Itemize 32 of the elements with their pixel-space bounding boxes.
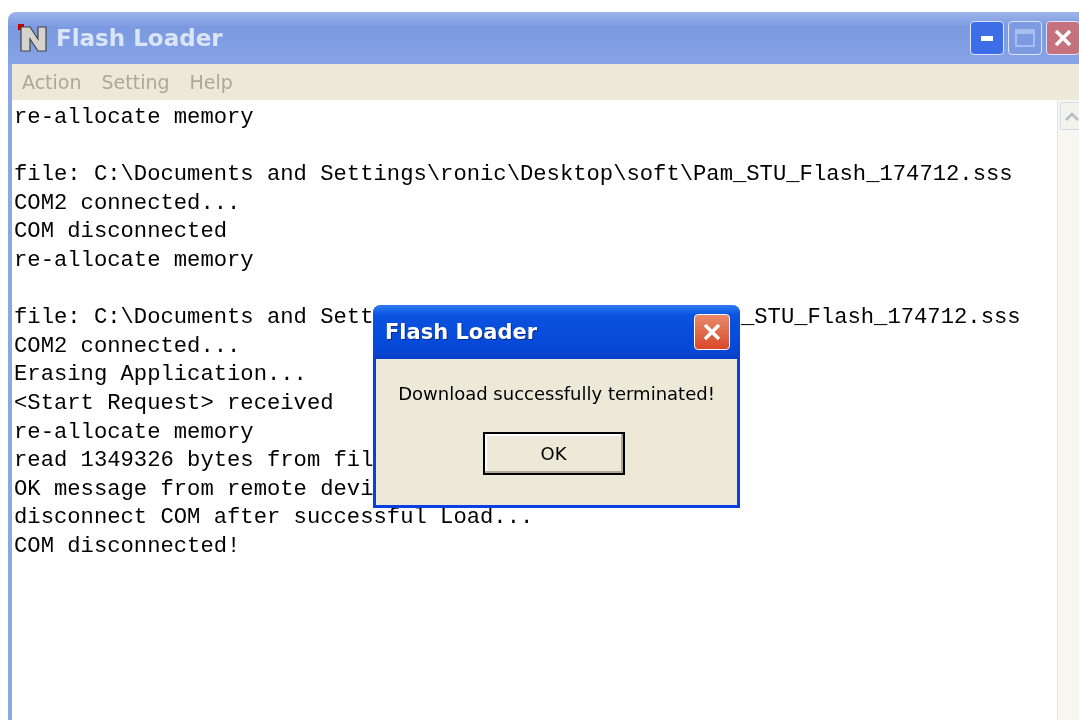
log-line: <Start Request> received — [14, 389, 334, 418]
dialog-title: Flash Loader — [385, 320, 538, 344]
log-line: re-allocate memory — [14, 104, 254, 132]
ok-button[interactable]: OK — [482, 432, 625, 475]
log-line: file: C:\Documents and Settings\ronic\Desktop\soft\Pam_STU_Flash_174712.sss — [14, 161, 1013, 190]
maximize-button[interactable] — [1008, 21, 1042, 55]
window-title: Flash Loader — [56, 25, 223, 51]
maximize-icon — [1015, 29, 1035, 47]
close-button[interactable] — [1046, 21, 1079, 55]
close-icon — [1053, 28, 1073, 48]
menu-item[interactable]: Setting — [101, 71, 170, 93]
log-line: file: C:\Documents and Sett — [14, 304, 374, 333]
minimize-button[interactable] — [970, 21, 1004, 55]
app-icon — [18, 23, 48, 53]
scrollbar[interactable] — [1057, 100, 1079, 720]
log-line: re-allocate memory — [14, 246, 254, 275]
log-line: COM2 connected... — [14, 189, 241, 218]
menu-item[interactable]: Action — [22, 71, 82, 93]
log-line: disconnect COM after successful Load... — [14, 504, 534, 533]
menu-item[interactable]: Help — [189, 71, 233, 93]
close-icon — [702, 322, 722, 342]
dialog-close-button[interactable] — [694, 314, 730, 350]
log-line: COM disconnected — [14, 218, 228, 247]
log-line: Erasing Application... — [14, 361, 307, 390]
dialog-message: Download successfully terminated! — [397, 383, 716, 404]
log-line: COM2 connected... — [14, 332, 241, 361]
log-line: OK message from remote devi — [14, 475, 374, 504]
log-line: COM disconnected! — [14, 532, 241, 561]
log-line: _STU_Flash_174712.sss — [740, 304, 1021, 333]
log-line: re-allocate memory — [14, 418, 254, 447]
minimize-icon — [981, 35, 993, 41]
log-line: read 1349326 bytes from fil — [14, 447, 374, 476]
